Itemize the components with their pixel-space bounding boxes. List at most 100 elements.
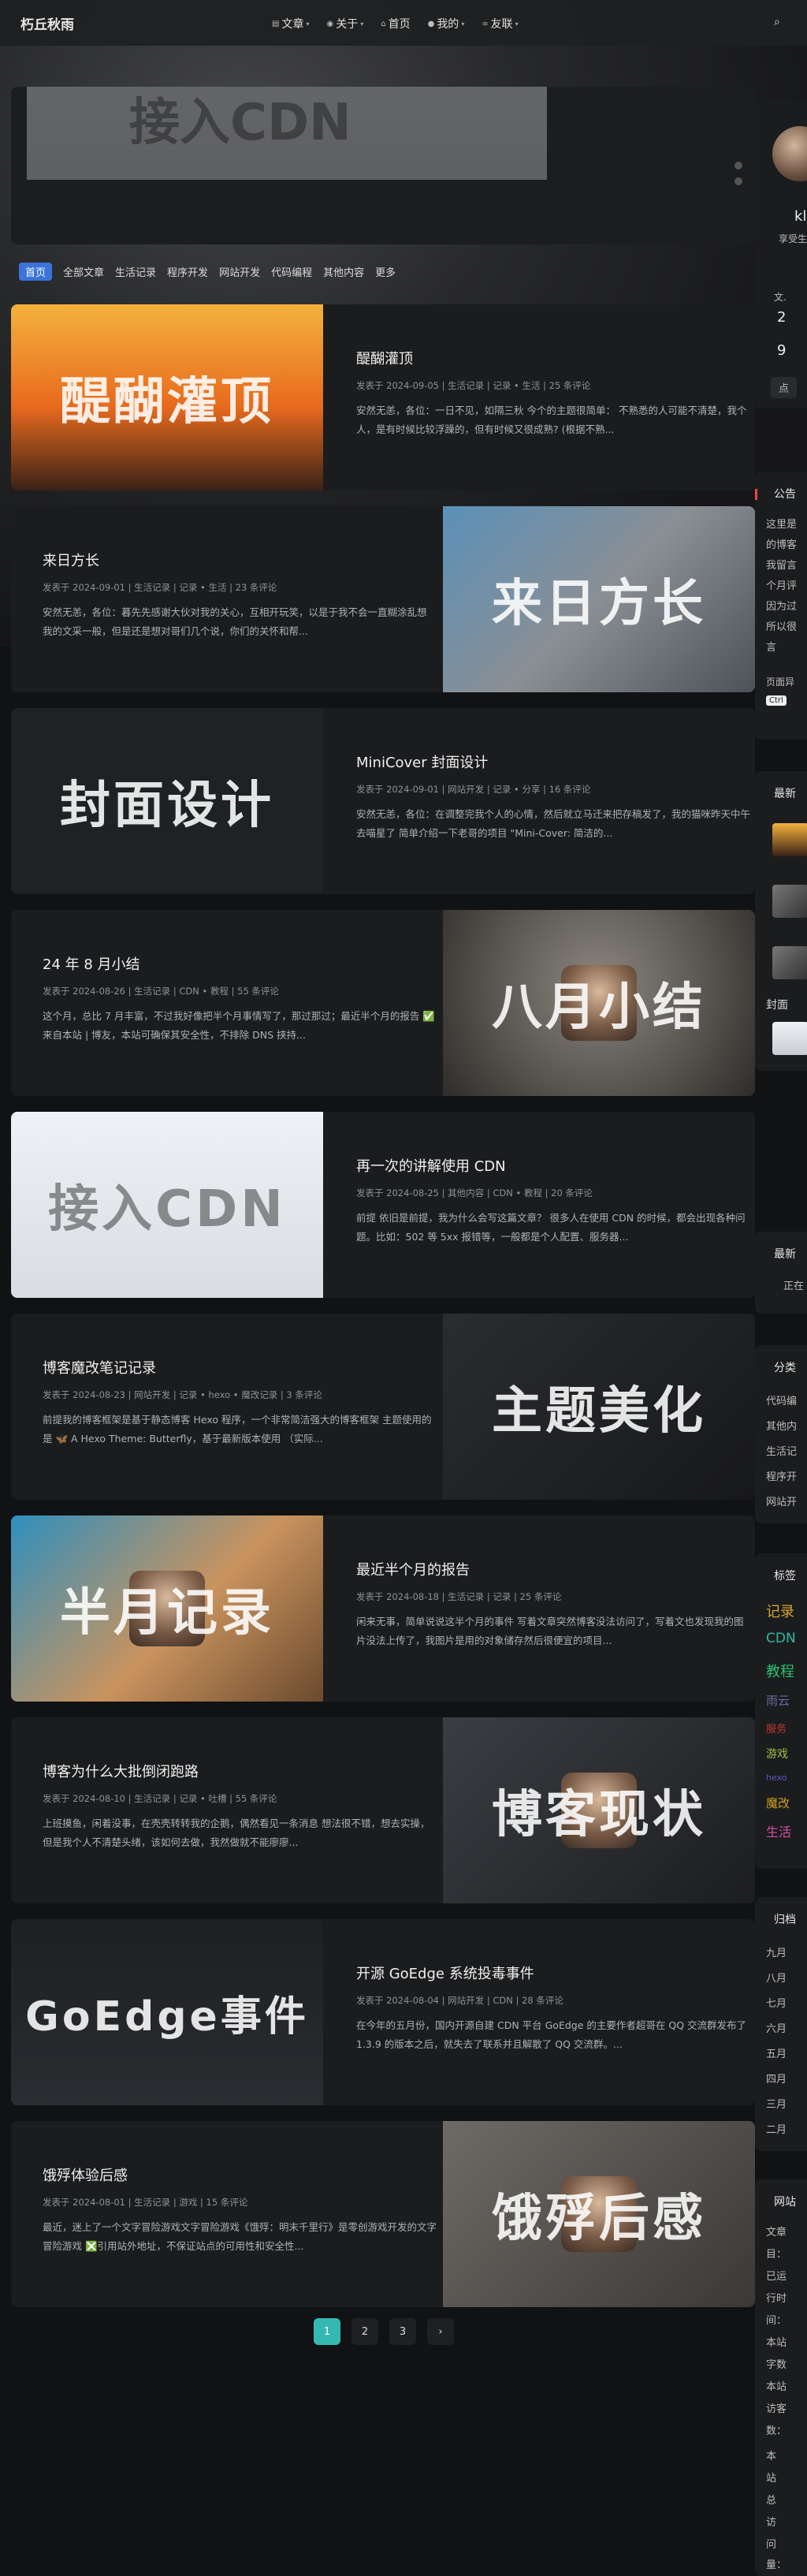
post-meta: 发表于 2024-08-26 | 生活记录 | CDN • 教程 | 55 条评… <box>43 986 279 997</box>
post-card[interactable]: 醍醐灌顶 醍醐灌顶 发表于 2024-09-05 | 生活记录 | 记录 • 生… <box>11 304 755 490</box>
archive-item[interactable]: 六月 <box>766 2020 787 2035</box>
post-title[interactable]: 最近半个月的报告 <box>356 1559 750 1579</box>
post-excerpt: 在今年的五月份，国内开源自建 CDN 平台 GoEdge 的主要作者超哥在 QQ… <box>356 2019 747 2050</box>
post-card[interactable]: 饿殍体验后感 发表于 2024-08-01 | 生活记录 | 游戏 | 15 条… <box>11 2121 755 2307</box>
tab-more[interactable]: 更多 <box>375 264 396 279</box>
archive-item[interactable]: 九月 <box>766 1944 787 1959</box>
category-item[interactable]: 程序开 <box>766 1468 797 1483</box>
post-card[interactable]: 24 年 8 月小结 发表于 2024-08-26 | 生活记录 | CDN •… <box>11 910 755 1096</box>
category-item[interactable]: 生活记 <box>766 1443 797 1458</box>
banner-dot[interactable] <box>734 162 742 170</box>
post-cover[interactable]: 封面设计 <box>11 708 323 894</box>
category-item[interactable]: 网站开 <box>766 1493 797 1508</box>
category-item[interactable]: 代码编 <box>766 1392 797 1407</box>
page-1-button[interactable]: 1 <box>314 2318 340 2345</box>
post-title[interactable]: 博客魔改笔记记录 <box>43 1357 437 1377</box>
tag-item[interactable]: CDN <box>766 1631 796 1646</box>
tag-item[interactable]: 教程 <box>766 1661 794 1681</box>
nav-item-friends[interactable]: ∞ 友联 ▾ <box>482 16 518 32</box>
post-info: 24 年 8 月小结 发表于 2024-08-26 | 生活记录 | CDN •… <box>43 953 437 1045</box>
post-cover[interactable]: 接入CDN <box>11 1112 323 1298</box>
post-cover[interactable]: 饿殍后感 <box>443 2121 755 2307</box>
post-title[interactable]: 来日方长 <box>43 550 437 570</box>
recent-thumb[interactable] <box>772 1022 807 1055</box>
post-title[interactable]: MiniCover 封面设计 <box>356 751 750 772</box>
ctrl-key-badge: Ctrl <box>766 695 787 706</box>
tag-item[interactable]: 生活 <box>766 1821 791 1840</box>
post-title[interactable]: 饿殍体验后感 <box>43 2164 437 2185</box>
tag-item[interactable]: 魔改 <box>766 1795 790 1811</box>
post-card[interactable]: 接入CDN 再一次的讲解使用 CDN 发表于 2024-08-25 | 其他内容… <box>11 1112 755 1298</box>
nav-item-about[interactable]: ◉ 关于 ▾ <box>326 16 363 32</box>
post-cover[interactable]: 醍醐灌顶 <box>11 304 323 490</box>
tag-item[interactable]: 服务 <box>766 1720 787 1735</box>
post-cover[interactable]: 博客现状 <box>443 1717 755 1903</box>
search-icon[interactable]: ⌕ <box>774 16 780 28</box>
page-2-button[interactable]: 2 <box>351 2318 378 2345</box>
post-title[interactable]: 24 年 8 月小结 <box>43 953 437 974</box>
archive-item[interactable]: 三月 <box>766 2096 787 2111</box>
post-excerpt: 这个月，总比 7 月丰富，不过我好像把半个月事情写了，那过那过；最近半个月的报告… <box>43 1010 435 1041</box>
avatar <box>772 126 807 181</box>
post-title[interactable]: 再一次的讲解使用 CDN <box>356 1155 750 1176</box>
post-title[interactable]: 开源 GoEdge 系统投毒事件 <box>356 1963 750 1983</box>
tab-program[interactable]: 程序开发 <box>167 264 208 279</box>
featured-banner[interactable]: 接入CDN <box>11 87 755 244</box>
post-excerpt: 安然无恙，各位：在调整完我个人的心情，然后就立马迁来把存稿发了，我的猫咪昨天中午… <box>356 808 750 839</box>
category-title: 分类 <box>774 1362 796 1374</box>
recent-thumb[interactable] <box>772 946 807 979</box>
tab-all-articles[interactable]: 全部文章 <box>63 264 104 279</box>
post-card[interactable]: 来日方长 发表于 2024-09-01 | 生活记录 | 记录 • 生活 | 2… <box>11 506 755 692</box>
tab-life[interactable]: 生活记录 <box>115 264 156 279</box>
post-title[interactable]: 醍醐灌顶 <box>356 348 750 368</box>
post-card[interactable]: 半月记录 最近半个月的报告 发表于 2024-08-18 | 生活记录 | 记录… <box>11 1515 755 1702</box>
announcement-title: 公告 <box>774 488 796 501</box>
page-3-button[interactable]: 3 <box>389 2318 416 2345</box>
site-title[interactable]: 朽丘秋雨 <box>20 13 74 33</box>
banner-dot[interactable] <box>734 177 742 185</box>
post-title[interactable]: 博客为什么大批倒闭跑路 <box>43 1761 437 1781</box>
tab-code[interactable]: 代码编程 <box>271 264 312 279</box>
post-cover[interactable]: 八月小结 <box>443 910 755 1096</box>
tag-item[interactable]: 雨云 <box>766 1692 790 1709</box>
follow-button[interactable]: 点 <box>771 377 798 398</box>
site-info-line: 访 <box>766 2517 777 2529</box>
category-item[interactable]: 其他内 <box>766 1418 797 1433</box>
site-info-line: 问 <box>766 2539 777 2551</box>
tab-other[interactable]: 其他内容 <box>323 264 364 279</box>
post-excerpt: 安然无恙，各位：一日不见，如隔三秋 今个的主题很简单： 不熟悉的人可能不清楚，我… <box>356 404 747 435</box>
post-cover[interactable]: GoEdge事件 <box>11 1919 323 2105</box>
post-card[interactable]: GoEdge事件 开源 GoEdge 系统投毒事件 发表于 2024-08-04… <box>11 1919 755 2105</box>
recent-thumb[interactable] <box>772 885 807 918</box>
post-info: 醍醐灌顶 发表于 2024-09-05 | 生活记录 | 记录 • 生活 | 2… <box>356 348 750 439</box>
post-card[interactable]: 封面设计 MiniCover 封面设计 发表于 2024-09-01 | 网站开… <box>11 708 755 894</box>
tab-web[interactable]: 网站开发 <box>219 264 260 279</box>
stat-value: 9 <box>777 342 787 359</box>
post-info: MiniCover 封面设计 发表于 2024-09-01 | 网站开发 | 记… <box>356 751 750 843</box>
archive-item[interactable]: 八月 <box>766 1970 787 1985</box>
archive-item[interactable]: 五月 <box>766 2045 787 2060</box>
tag-item[interactable]: 游戏 <box>766 1746 788 1761</box>
archive-item[interactable]: 四月 <box>766 2071 787 2086</box>
post-card[interactable]: 博客为什么大批倒闭跑路 发表于 2024-08-10 | 生活记录 | 记录 •… <box>11 1717 755 1903</box>
latest-comment-title: 最新 <box>774 1248 796 1261</box>
announcement-line: 言 <box>766 642 777 654</box>
post-cover[interactable]: 半月记录 <box>11 1515 323 1702</box>
next-page-button[interactable]: › <box>427 2318 454 2345</box>
tag-item[interactable]: hexo <box>766 1773 787 1783</box>
post-cover[interactable]: 来日方长 <box>443 506 755 692</box>
tag-item[interactable]: 记录 <box>766 1601 794 1621</box>
category-tabs: 首页 全部文章 生活记录 程序开发 网站开发 代码编程 其他内容 更多 <box>19 263 396 281</box>
nav-item-articles[interactable]: ▤ 文章 ▾ <box>272 16 309 32</box>
post-card[interactable]: 博客魔改笔记记录 发表于 2024-08-23 | 网站开发 | 记录 • he… <box>11 1314 755 1500</box>
nav-item-mine[interactable]: ● 我的 ▾ <box>428 16 465 32</box>
archive-item[interactable]: 二月 <box>766 2121 787 2136</box>
nav-item-home[interactable]: ⌂ 首页 <box>381 16 410 32</box>
pagination: 1 2 3 › <box>314 2318 454 2345</box>
chevron-down-icon: ▾ <box>461 20 465 28</box>
chevron-down-icon: ▾ <box>360 20 364 28</box>
post-cover[interactable]: 主题美化 <box>443 1314 755 1500</box>
archive-item[interactable]: 七月 <box>766 1995 787 2010</box>
tab-home[interactable]: 首页 <box>19 263 53 281</box>
recent-thumb[interactable] <box>772 823 807 856</box>
